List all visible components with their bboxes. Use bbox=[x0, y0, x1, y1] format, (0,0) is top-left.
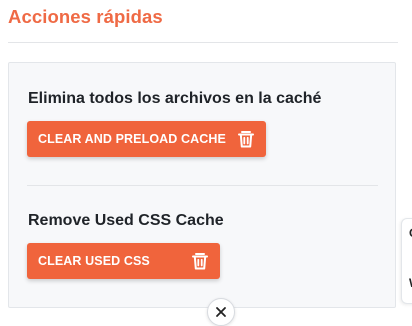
remove-used-css-title: Remove Used CSS Cache bbox=[28, 212, 224, 229]
section-title: Acciones rápidas bbox=[8, 6, 163, 27]
close-button[interactable] bbox=[207, 298, 235, 326]
trash-icon bbox=[238, 131, 254, 148]
panel-divider bbox=[27, 185, 378, 186]
clear-cache-title: Elimina todos los archivos en la caché bbox=[28, 90, 322, 107]
clear-and-preload-cache-label: CLEAR AND PRELOAD CACHE bbox=[38, 132, 226, 146]
clear-used-css-label: CLEAR USED CSS bbox=[38, 254, 150, 268]
side-tab[interactable]: C W bbox=[401, 218, 412, 304]
clear-and-preload-cache-button[interactable]: CLEAR AND PRELOAD CACHE bbox=[27, 121, 266, 157]
close-icon bbox=[216, 307, 226, 317]
trash-icon bbox=[192, 253, 208, 270]
quick-actions-panel: Elimina todos los archivos en la caché C… bbox=[8, 62, 396, 308]
clear-used-css-button[interactable]: CLEAR USED CSS bbox=[27, 243, 220, 279]
section-divider bbox=[8, 42, 398, 43]
